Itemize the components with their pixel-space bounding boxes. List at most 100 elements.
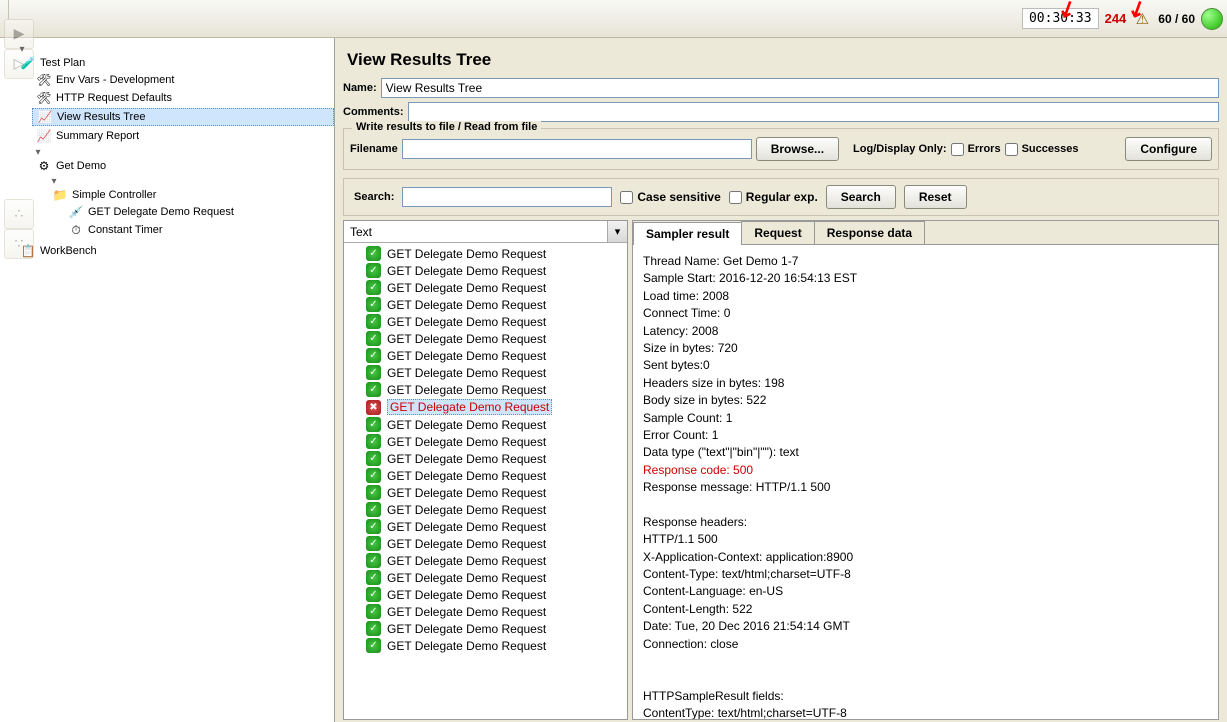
beaker-icon: 🧪 — [20, 55, 36, 71]
result-item[interactable]: ✓GET Delegate Demo Request — [344, 467, 627, 484]
tab-response-data[interactable]: Response data — [814, 221, 925, 244]
result-item[interactable]: ✓ GET Delegate Demo Request — [344, 245, 627, 262]
renderer-value: Text — [344, 223, 607, 241]
result-item[interactable]: ✓GET Delegate Demo Request — [344, 433, 627, 450]
wrench-icon: 🛠 — [36, 90, 52, 106]
tree-http-defaults[interactable]: 🛠HTTP Request Defaults — [32, 90, 334, 106]
search-button[interactable]: Search — [826, 185, 896, 209]
result-item-label: GET Delegate Demo Request — [387, 486, 546, 500]
tree-env-vars[interactable]: 🛠 Env Vars - Development — [32, 72, 334, 88]
filename-input[interactable] — [402, 139, 752, 159]
folder-icon: 📁 — [52, 187, 68, 203]
tree-summary-report[interactable]: 📈Summary Report — [32, 128, 334, 144]
result-item-label: GET Delegate Demo Request — [387, 247, 546, 261]
result-item[interactable]: ✓GET Delegate Demo Request — [344, 620, 627, 637]
file-fieldset: Write results to file / Read from file F… — [343, 128, 1219, 170]
result-item-label: GET Delegate Demo Request — [387, 605, 546, 619]
tree-label: View Results Tree — [57, 111, 145, 123]
result-item[interactable]: ✓GET Delegate Demo Request — [344, 535, 627, 552]
tree-view-results[interactable]: 📈View Results Tree — [32, 108, 334, 126]
name-input[interactable] — [381, 78, 1219, 98]
result-item[interactable]: ✓GET Delegate Demo Request — [344, 381, 627, 398]
regex-checkbox[interactable]: Regular exp. — [729, 190, 818, 204]
browse-button[interactable]: Browse... — [756, 137, 839, 161]
result-item[interactable]: ✓GET Delegate Demo Request — [344, 416, 627, 433]
result-item-label: GET Delegate Demo Request — [387, 332, 546, 346]
result-item-label: GET Delegate Demo Request — [387, 264, 546, 278]
case-sensitive-checkbox[interactable]: Case sensitive — [620, 190, 720, 204]
success-shield-icon: ✓ — [366, 468, 381, 483]
checkbox-label: Successes — [1022, 143, 1079, 155]
result-item[interactable]: ✓ GET Delegate Demo Request — [344, 347, 627, 364]
configure-button[interactable]: Configure — [1125, 137, 1212, 161]
checkbox-label: Errors — [968, 143, 1001, 155]
result-item[interactable]: ✓GET Delegate Demo Request — [344, 569, 627, 586]
chevron-down-icon: ▾ — [607, 221, 627, 242]
result-item[interactable]: ✓GET Delegate Demo Request — [344, 501, 627, 518]
sample-detail-panel: Sampler result Request Response data Thr… — [632, 220, 1219, 720]
result-item[interactable]: ✓GET Delegate Demo Request — [344, 262, 627, 279]
result-item[interactable]: ✓ GET Delegate Demo Request — [344, 279, 627, 296]
tree-label: GET Delegate Demo Request — [88, 206, 234, 218]
search-input[interactable] — [402, 187, 612, 207]
result-item-label: GET Delegate Demo Request — [387, 571, 546, 585]
tab-request[interactable]: Request — [741, 221, 814, 244]
success-shield-icon: ✓ — [366, 246, 381, 261]
error-count: 244 — [1105, 11, 1127, 26]
result-item[interactable]: ✓GET Delegate Demo Request — [344, 552, 627, 569]
result-item-label: GET Delegate Demo Request — [387, 503, 546, 517]
warning-icon[interactable]: ⚠ — [1132, 9, 1152, 29]
result-item[interactable]: ✓GET Delegate Demo Request — [344, 296, 627, 313]
comments-input[interactable] — [408, 102, 1219, 122]
tree-constant-timer[interactable]: ⏱Constant Timer — [64, 222, 334, 238]
result-item-label: GET Delegate Demo Request — [387, 281, 546, 295]
result-item[interactable]: ✓GET Delegate Demo Request — [344, 637, 627, 654]
tree-toggle-icon[interactable]: ▾ — [32, 147, 44, 158]
errors-only-checkbox[interactable]: Errors — [951, 143, 1001, 156]
result-item-label: GET Delegate Demo Request — [387, 588, 546, 602]
tree-test-plan[interactable]: 🧪 Test Plan — [16, 55, 334, 71]
result-list[interactable]: ✓ GET Delegate Demo Request ✓ GET Delegate … — [344, 243, 627, 719]
tree-simple-controller[interactable]: 📁Simple Controller — [48, 187, 334, 203]
tree-get-request[interactable]: 💉 GET Delegate Demo Request — [64, 204, 334, 220]
result-item[interactable]: ✓GET Delegate Demo Request — [344, 603, 627, 620]
success-shield-icon: ✓ — [366, 451, 381, 466]
result-item[interactable]: ✓GET Delegate Demo Request — [344, 450, 627, 467]
tree-get-demo[interactable]: ⚙Get Demo — [32, 158, 334, 174]
tree-label: Env Vars - Development — [56, 74, 174, 86]
success-shield-icon: ✓ — [366, 280, 381, 295]
tree-toggle-icon[interactable]: ▾ — [48, 176, 60, 187]
panel-title: View Results Tree — [335, 38, 1227, 76]
result-item-label: GET Delegate Demo Request — [387, 639, 546, 653]
result-item[interactable]: ✓GET Delegate Demo Request — [344, 313, 627, 330]
success-shield-icon: ✓ — [366, 553, 381, 568]
successes-only-checkbox[interactable]: Successes — [1005, 143, 1079, 156]
main-toolbar: 📄🗂📂⨯💾📝↶↷✂⧉📋＋－⇄▶▷⏹⊘▶∴∵🧹🧹🔎🔔≣? 00:30:33 244… — [0, 0, 1227, 38]
tab-sampler-result[interactable]: Sampler result — [633, 222, 742, 245]
checkbox-label: Case sensitive — [637, 190, 720, 204]
wrench-icon: 🛠 — [36, 72, 52, 88]
pipette-icon: 💉 — [68, 204, 84, 220]
test-plan-tree[interactable]: ▾ 🧪 Test Plan 🛠 Env Vars - Development 🛠H… — [0, 38, 335, 722]
results-list-panel: Text ▾ ✓GET Delegate Demo Request✓GET De… — [343, 220, 628, 720]
tree-workbench[interactable]: 📋WorkBench — [16, 243, 334, 259]
reset-button[interactable]: Reset — [904, 185, 967, 209]
error-shield-icon: ✖ — [366, 400, 381, 415]
success-shield-icon: ✓ — [366, 382, 381, 397]
renderer-combo[interactable]: Text ▾ — [344, 221, 627, 243]
result-item[interactable]: ✓GET Delegate Demo Request — [344, 330, 627, 347]
tree-label: Summary Report — [56, 130, 139, 142]
result-item[interactable]: ✓GET Delegate Demo Request — [344, 518, 627, 535]
result-item[interactable]: ✓GET Delegate Demo Request — [344, 364, 627, 381]
success-shield-icon: ✓ — [366, 348, 381, 363]
result-item-label: GET Delegate Demo Request — [387, 349, 546, 363]
checkbox-label: Regular exp. — [746, 190, 818, 204]
result-item[interactable]: ✓GET Delegate Demo Request — [344, 586, 627, 603]
search-bar: Search: Case sensitive Regular exp. Sear… — [343, 178, 1219, 216]
result-item[interactable]: ✓GET Delegate Demo Request — [344, 484, 627, 501]
filename-label: Filename — [350, 143, 398, 155]
tree-toggle-icon[interactable]: ▾ — [16, 44, 28, 55]
result-item[interactable]: ✖GET Delegate Demo Request — [344, 398, 627, 416]
success-shield-icon: ✓ — [366, 536, 381, 551]
sampler-result-text[interactable]: Thread Name: Get Demo 1-7Sample Start: 2… — [633, 245, 1218, 719]
